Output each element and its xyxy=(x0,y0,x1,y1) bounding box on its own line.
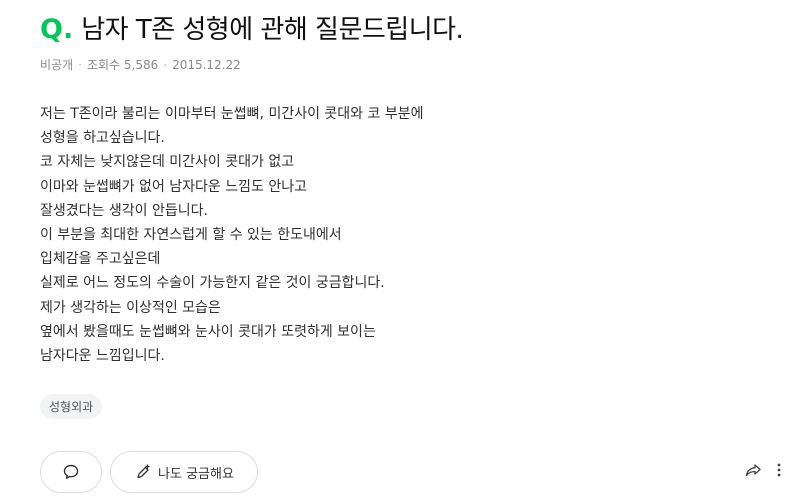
body-line: 이마와 눈썹뼈가 없어 남자다운 느낌도 안나고 xyxy=(40,178,307,195)
question-body: 저는 T존이라 불리는 이마부터 눈썹뼈, 미간사이 콧대와 코 부분에 성형을… xyxy=(40,102,423,368)
body-line: 저는 T존이라 불리는 이마부터 눈썹뼈, 미간사이 콧대와 코 부분에 xyxy=(40,106,424,122)
body-line: 성형을 하고싶습니다. xyxy=(40,130,165,147)
body-line: 입체감을 주고싶은데 xyxy=(40,251,161,268)
me-too-curious-button[interactable]: 나도 궁금해요 xyxy=(110,451,258,493)
body-line: 이 부분을 최대한 자연스럽게 할 수 있는 한도내에서 xyxy=(40,227,342,244)
action-bar: 나도 궁금해요 xyxy=(40,451,258,493)
body-line: 제가 생각하는 이상적인 모습은 xyxy=(40,299,221,316)
meta-separator: · xyxy=(163,58,168,72)
me-too-curious-label: 나도 궁금해요 xyxy=(158,466,234,482)
tag-label: 성형외과 xyxy=(49,400,94,414)
body-line: 잘생겼다는 생각이 안듭니다. xyxy=(40,202,208,219)
question-date: 2015.12.22 xyxy=(172,58,241,72)
visibility-label: 비공개 xyxy=(40,58,74,72)
question-meta: 비공개 · 조회수 5,586 · 2015.12.22 xyxy=(40,57,241,73)
share-arrow-icon[interactable] xyxy=(744,461,762,479)
view-count: 조회수 5,586 xyxy=(86,58,159,72)
body-line: 실제로 어느 정도의 수술이 가능한지 같은 것이 궁금합니다. xyxy=(40,275,385,292)
body-line: 코 자체는 낮지않은데 미간사이 콧대가 없고 xyxy=(40,154,295,171)
speech-bubble-icon xyxy=(62,463,80,481)
comment-button[interactable] xyxy=(40,451,102,493)
body-line: 옆에서 봤을때도 눈썹뼈와 눈사이 콧대가 또렷하게 보이는 xyxy=(40,323,376,340)
right-actions xyxy=(744,461,782,479)
question-mark-label: Q. xyxy=(40,14,74,45)
pencil-plus-icon xyxy=(134,463,152,481)
vertical-dots-icon[interactable] xyxy=(776,461,782,479)
meta-separator: · xyxy=(78,58,82,72)
question-title: 남자 T존 성형에 관해 질문드립니다. xyxy=(81,15,464,45)
body-line: 남자다운 느낌입니다. xyxy=(40,348,165,365)
question-header: Q. 남자 T존 성형에 관해 질문드립니다. xyxy=(40,12,464,48)
tag-plastic-surgery[interactable]: 성형외과 xyxy=(40,394,103,419)
